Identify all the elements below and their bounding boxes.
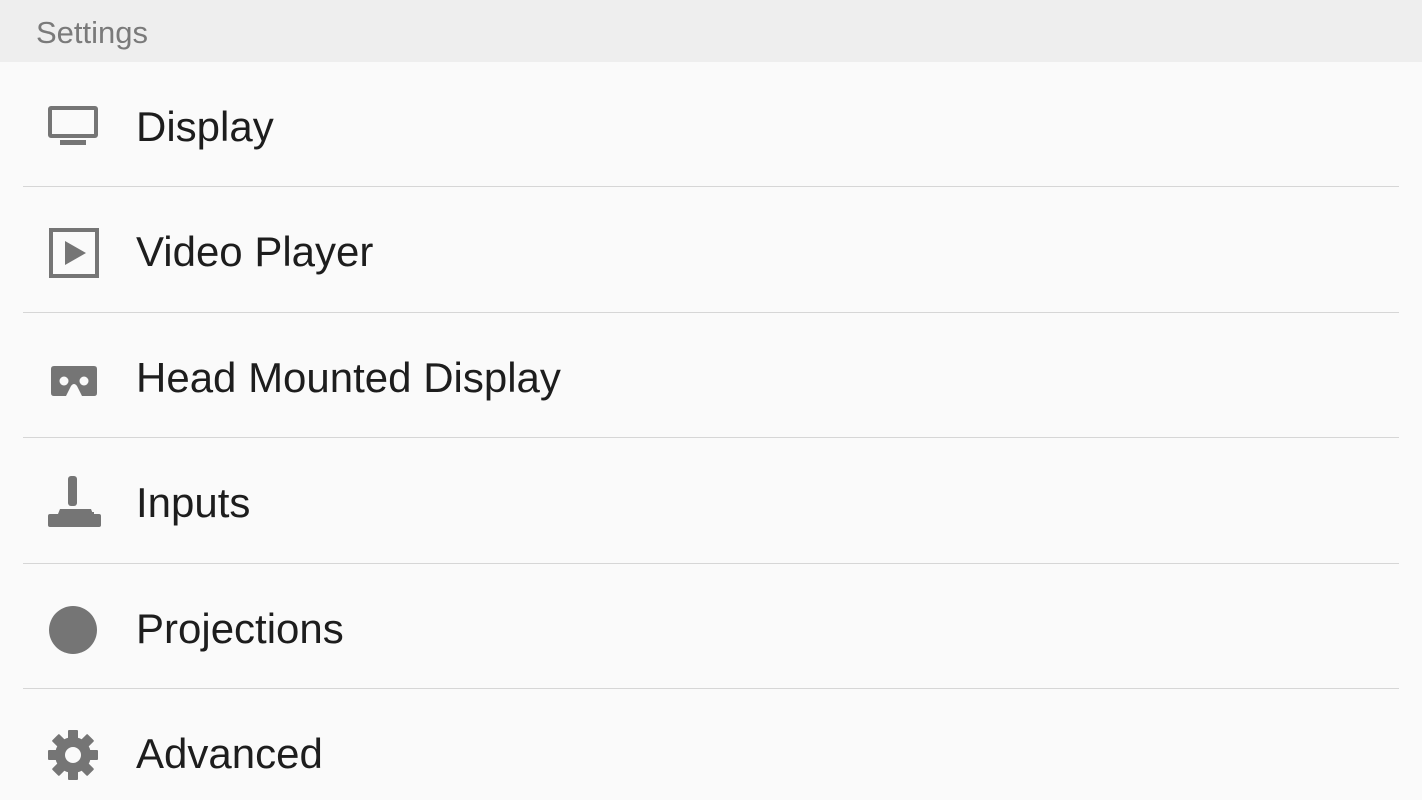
settings-item-label: Inputs <box>136 479 251 527</box>
settings-item-label: Advanced <box>136 729 323 777</box>
settings-item-projections[interactable]: Projections <box>0 564 1422 689</box>
settings-item-inputs[interactable]: Inputs <box>0 438 1422 564</box>
sphere-icon <box>46 602 102 658</box>
page-title: Settings <box>36 15 149 50</box>
settings-item-label: Head Mounted Display <box>136 353 561 401</box>
joystick-icon <box>46 476 102 532</box>
settings-item-head-mounted-display[interactable]: Head Mounted Display <box>0 313 1422 439</box>
settings-item-label: Display <box>136 103 274 150</box>
settings-item-display[interactable]: Display <box>0 62 1422 188</box>
monitor-icon <box>46 100 102 156</box>
gear-icon <box>46 727 102 783</box>
settings-item-label: Video Player <box>136 228 374 276</box>
app-header: Settings <box>0 0 1422 62</box>
settings-item-label: Projections <box>136 604 344 652</box>
settings-list: Display Video Player Head Mounted Displa… <box>0 62 1422 800</box>
settings-item-advanced[interactable]: Advanced <box>0 689 1422 800</box>
settings-item-video-player[interactable]: Video Player <box>0 187 1422 313</box>
play-box-icon <box>46 225 102 281</box>
vr-headset-icon <box>46 351 102 407</box>
